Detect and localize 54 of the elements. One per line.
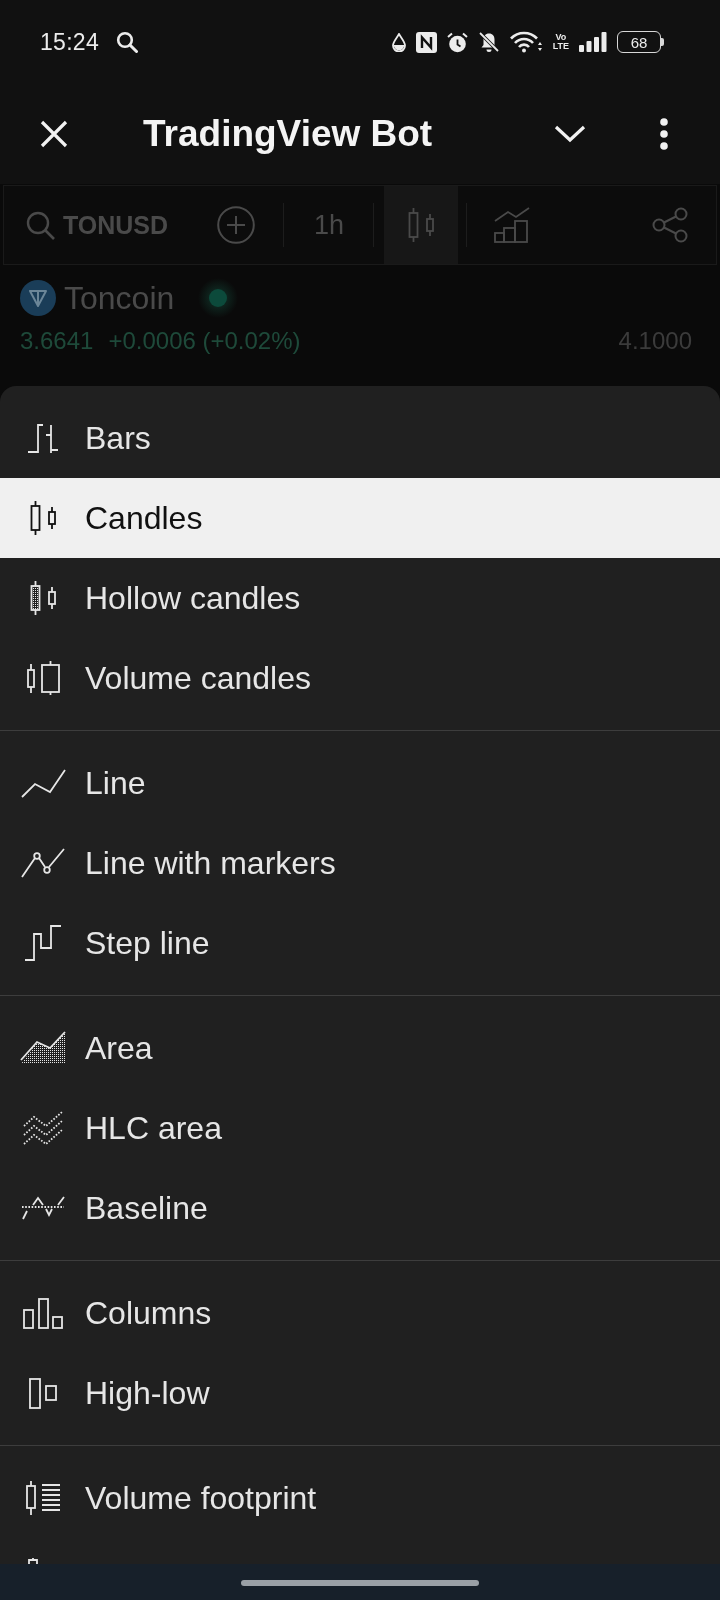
candlestick-icon	[408, 207, 435, 243]
nfc-icon	[415, 31, 437, 53]
chart-type-option[interactable]: Volume candles	[0, 638, 720, 718]
candlestick-icon	[30, 500, 56, 536]
chart-type-option[interactable]: Step line	[0, 903, 720, 983]
step-line-icon	[24, 925, 62, 961]
volte-label: Vo LTE	[552, 33, 569, 51]
home-handle[interactable]	[241, 1580, 479, 1586]
volume-footprint-icon	[25, 1480, 61, 1516]
last-price: 3.6641	[20, 327, 94, 355]
status-dot-icon	[198, 278, 239, 318]
coin-logo	[20, 280, 56, 316]
column-chart-icon	[23, 1297, 63, 1329]
drop-icon	[391, 32, 406, 52]
baseline-chart-icon	[21, 1196, 65, 1220]
chart-type-option[interactable]: Line with markers	[0, 823, 720, 903]
plus-circle-icon	[217, 206, 256, 244]
chart-type-button[interactable]	[384, 186, 459, 264]
chart-type-option[interactable]: High-low	[0, 1353, 720, 1433]
battery-percentage: 68	[630, 34, 648, 50]
chart-type-option[interactable]: Hollow candles	[0, 558, 720, 638]
search-icon	[26, 210, 55, 240]
close-icon	[40, 120, 68, 148]
chart-type-option[interactable]: Columns	[0, 1273, 720, 1353]
price-change: +0.0006 (+0.02%)	[108, 327, 301, 355]
chart-type-option[interactable]: Baseline	[0, 1168, 720, 1248]
dotted-candlestick-icon	[30, 580, 56, 616]
bell-off-icon	[477, 31, 500, 53]
bar-pair-icon	[29, 1377, 57, 1409]
partial-candle-icon	[28, 1558, 38, 1564]
symbol-name: Toncoin	[64, 279, 175, 317]
chart-type-option[interactable]: HLC area	[0, 1088, 720, 1168]
dotted-zigzag-icon	[23, 1111, 63, 1145]
signal-icon	[579, 31, 607, 53]
bar-line-chart-icon	[493, 207, 532, 243]
search-icon	[116, 31, 139, 53]
chart-type-option[interactable]: Volume footprint	[0, 1458, 720, 1538]
wifi-icon	[509, 31, 543, 53]
alarm-clock-icon	[446, 31, 468, 53]
chart-type-option[interactable]: Bars	[0, 398, 720, 478]
more-vertical-icon	[659, 118, 669, 150]
share-icon	[652, 207, 688, 243]
app-title: TradingView Bot	[143, 113, 433, 155]
chart-type-option[interactable]: Candles	[0, 478, 720, 558]
wide-candlestick-icon	[26, 660, 60, 696]
status-time: 15:24	[40, 28, 100, 56]
line-chart-icon	[20, 768, 66, 798]
add-button[interactable]	[216, 205, 257, 245]
area-chart-icon	[20, 1031, 66, 1065]
chart-type-option[interactable]: Line	[0, 743, 720, 823]
ohlc-bars-icon	[27, 422, 59, 454]
chart-type-option[interactable]: Area	[0, 1008, 720, 1088]
chevron-down-icon	[554, 125, 586, 143]
line-markers-icon	[21, 848, 65, 878]
